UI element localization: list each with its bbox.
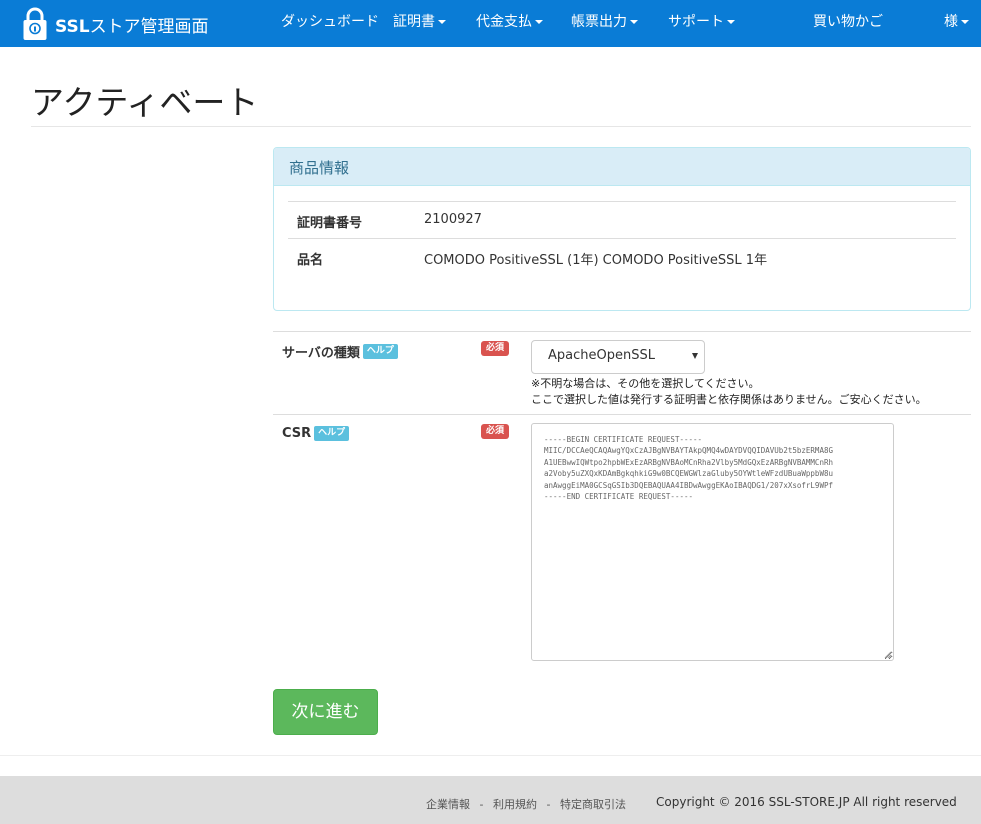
brand-title: SSLストア管理画面 [55,16,209,37]
caret-down-icon [438,20,446,24]
caret-down-icon [961,20,969,24]
nav-support-dropdown[interactable]: サポート [668,0,735,47]
certificate-number-label: 証明書番号 [297,216,363,231]
footer-links: 企業情報 - 利用規約 - 特定商取引法 [426,796,626,812]
page-title: アクティベート [31,83,259,122]
csr-help-badge[interactable]: ヘルプ [314,426,350,441]
navbar: SSLストア管理画面 ダッシュボード 証明書 代金支払 帳票出力 サポート 買い… [0,0,981,47]
padlock-logo-icon [23,7,47,40]
caret-down-icon [535,20,543,24]
nav-dashboard[interactable]: ダッシュボード [281,0,379,47]
copyright-text: Copyright © 2016 SSL-STORE.JP All right … [656,795,957,809]
table-divider [288,201,956,202]
csr-required-badge: 必須 [481,424,510,439]
nav-payment-dropdown[interactable]: 代金支払 [476,0,543,47]
nav-reports-dropdown[interactable]: 帳票出力 [571,0,638,47]
csr-label: CSR ヘルプ [282,426,350,441]
csr-textarea[interactable]: -----BEGIN CERTIFICATE REQUEST----- MIIC… [531,423,894,661]
next-button[interactable]: 次に進む [273,689,378,735]
footer-separator: - [546,798,551,811]
server-type-required-badge: 必須 [481,341,510,356]
panel-heading: 商品情報 [274,148,970,186]
server-type-note-2: ここで選択した値は発行する証明書と依存関係はありません。ご安心ください。 [531,393,927,406]
server-type-label: サーバの種類 ヘルプ [282,342,398,361]
certificate-number-value: 2100927 [424,212,482,227]
caret-down-icon [630,20,638,24]
form-divider [273,331,971,332]
table-divider [288,238,956,239]
footer-link-terms[interactable]: 利用規約 [493,798,537,811]
product-name-value: COMODO PositiveSSL (1年) COMODO PositiveS… [424,253,768,268]
content-divider [0,755,981,756]
server-type-note-1: ※不明な場合は、その他を選択してください。 [531,377,760,390]
resize-grip-icon[interactable] [884,651,892,659]
nav-user-dropdown[interactable]: 様 [944,0,969,47]
server-type-select[interactable]: ApacheOpenSSL [531,340,705,374]
server-type-help-badge[interactable]: ヘルプ [362,344,398,359]
caret-down-icon [727,20,735,24]
footer: 企業情報 - 利用規約 - 特定商取引法 Copyright © 2016 SS… [0,776,981,824]
title-divider [31,126,971,127]
product-info-panel: 商品情報 証明書番号 2100927 品名 COMODO PositiveSSL… [273,147,971,311]
footer-link-commercial-law[interactable]: 特定商取引法 [560,798,626,811]
form-divider [273,414,971,415]
nav-cart[interactable]: 買い物かご [813,0,883,47]
footer-link-company[interactable]: 企業情報 [426,798,470,811]
brand-link[interactable]: SSLストア管理画面 [22,4,209,44]
product-name-label: 品名 [297,253,324,268]
dropdown-arrow-icon [692,353,698,359]
nav-certificates-dropdown[interactable]: 証明書 [393,0,446,47]
footer-separator: - [479,798,484,811]
